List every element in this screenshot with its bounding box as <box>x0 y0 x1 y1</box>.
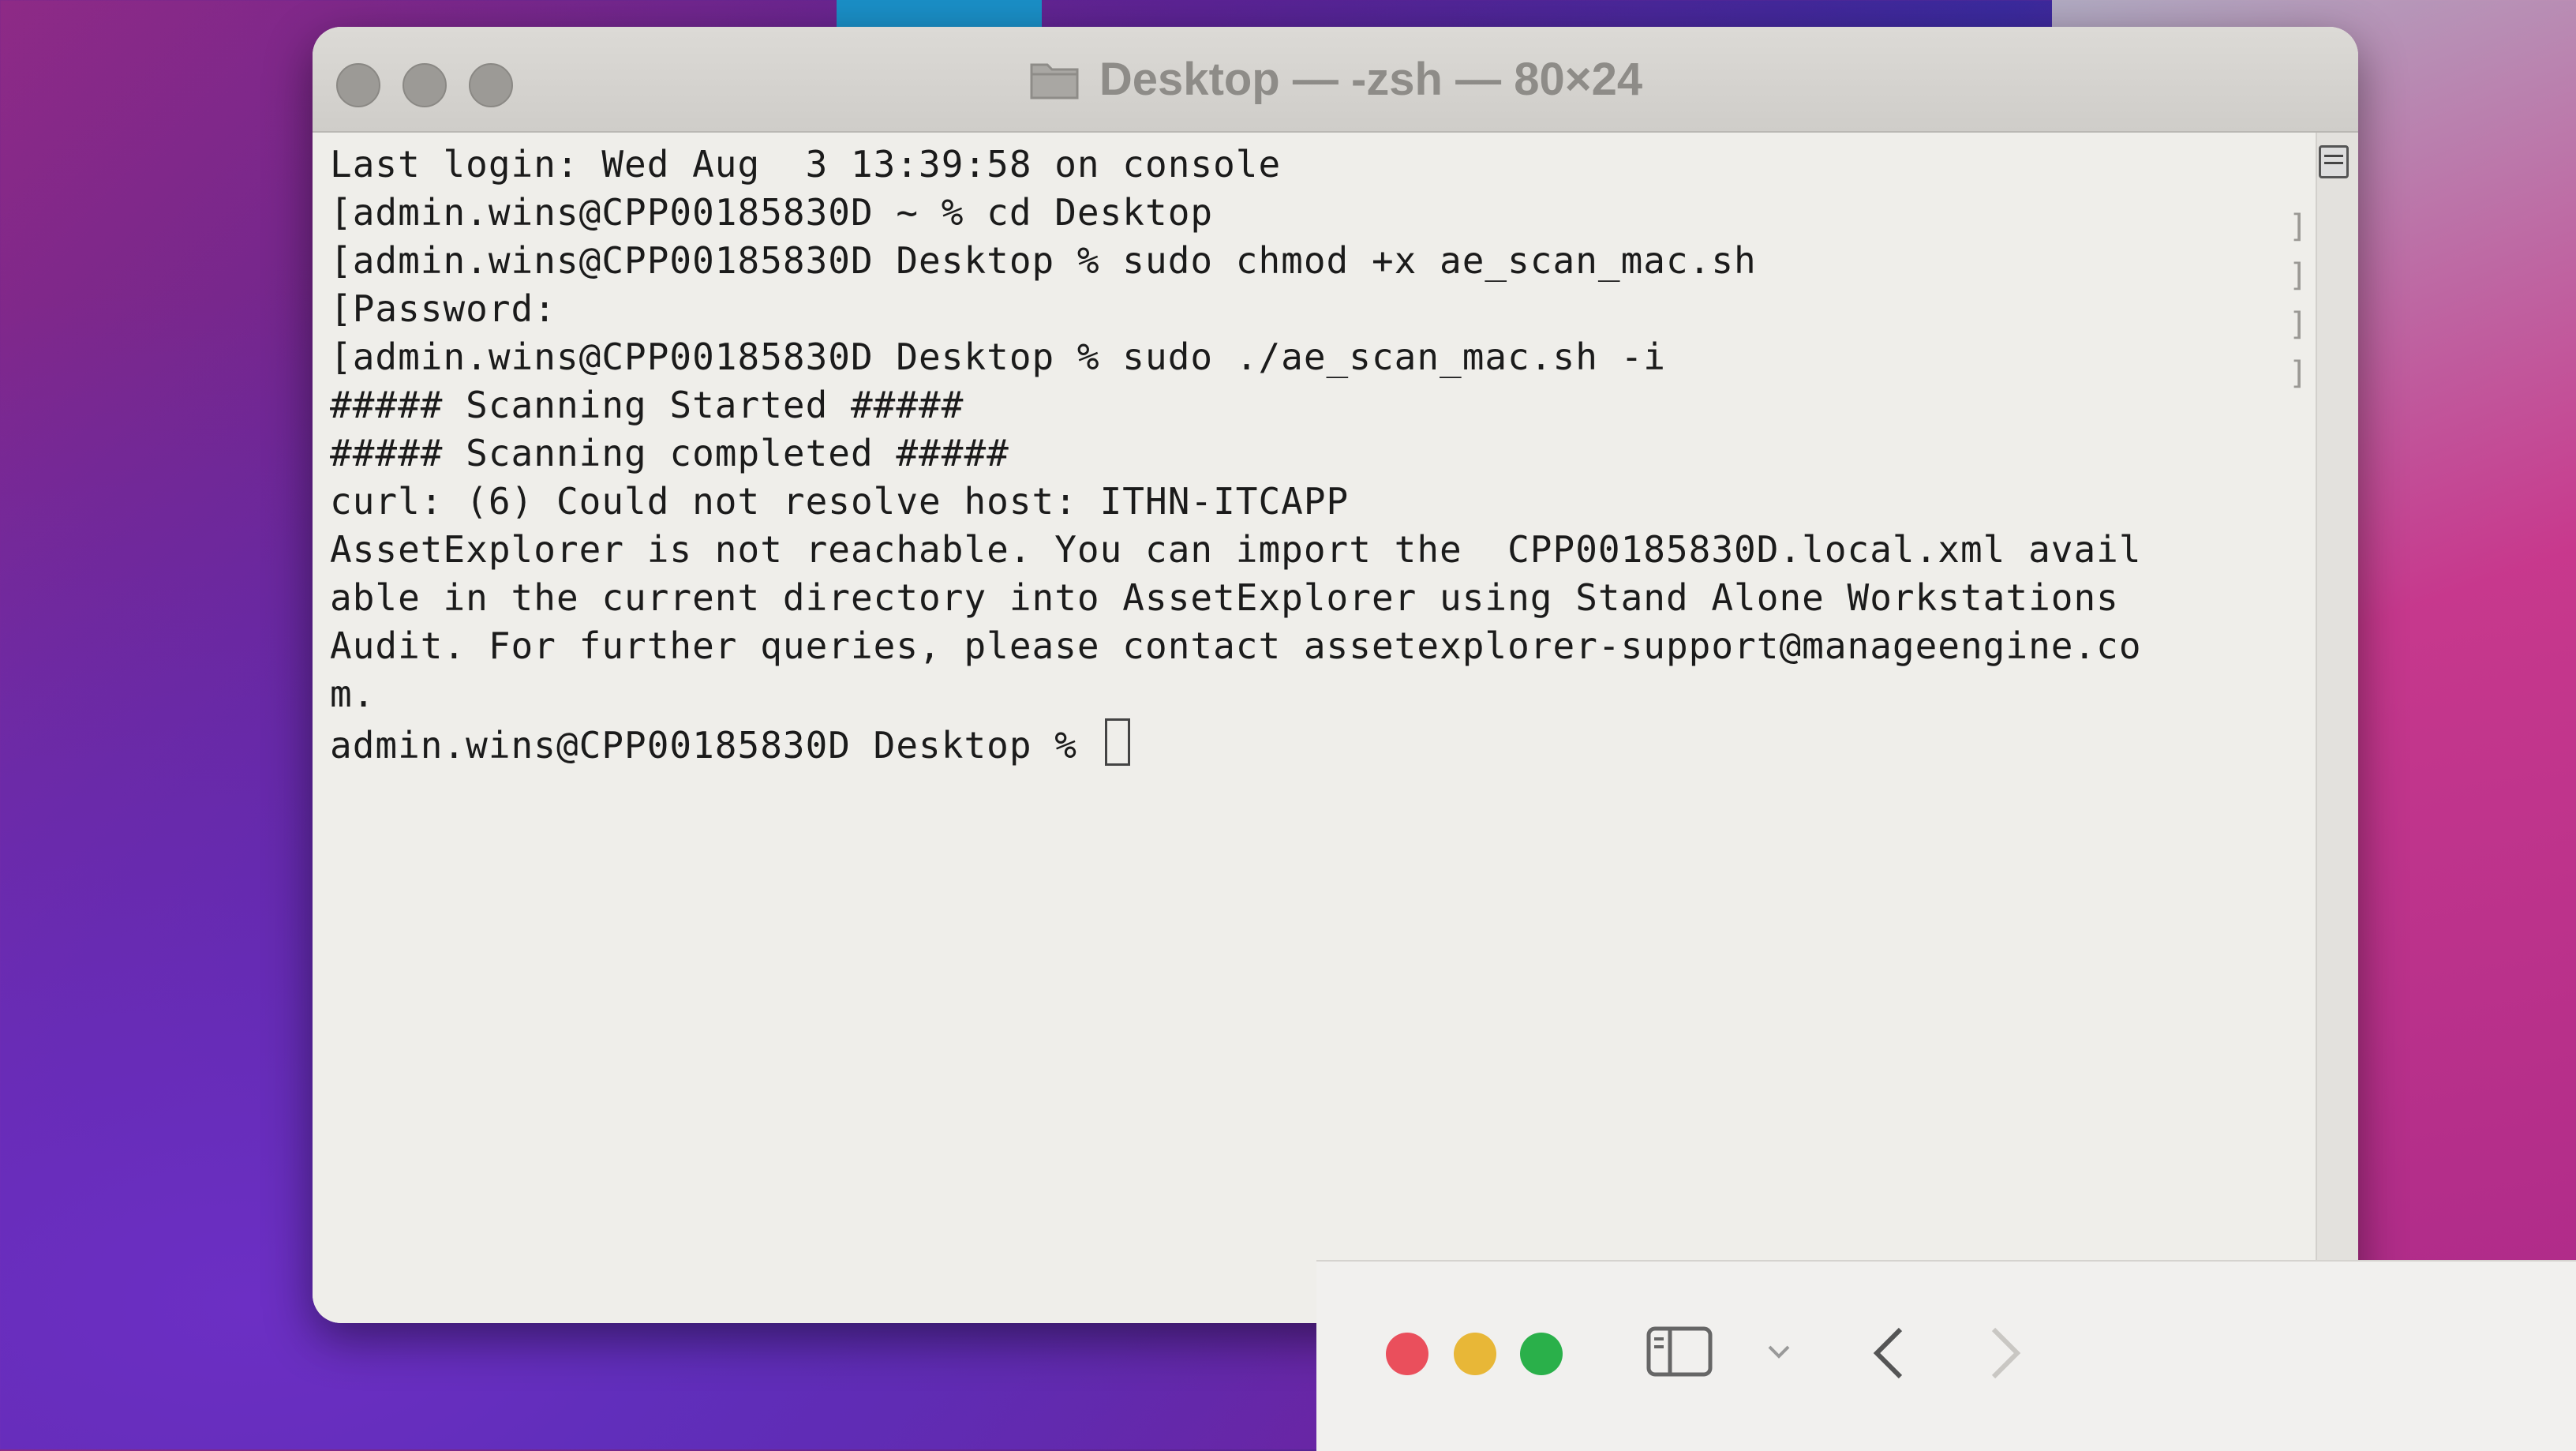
terminal-line: [admin.wins@CPP00185830D Desktop % sudo … <box>330 336 1666 378</box>
scroll-marks-icon[interactable] <box>2319 145 2349 178</box>
mark-bracket-icon: ] <box>2288 257 2308 294</box>
terminal-line: [admin.wins@CPP00185830D ~ % cd Desktop <box>330 191 1214 234</box>
terminal-line: able in the current directory into Asset… <box>330 576 2119 619</box>
terminal-line: ##### Scanning Started ##### <box>330 384 964 426</box>
terminal-output-area[interactable]: Last login: Wed Aug 3 13:39:58 on consol… <box>313 133 2317 1323</box>
text-cursor <box>1104 718 1130 766</box>
mark-bracket-icon: ] <box>2288 208 2308 245</box>
chevron-right-icon[interactable] <box>1986 1325 2025 1382</box>
sidebar-toggle-icon[interactable] <box>1646 1326 1713 1377</box>
folder-icon <box>1028 57 1080 101</box>
terminal-line: Audit. For further queries, please conta… <box>330 624 2142 667</box>
scrollbar[interactable] <box>2316 133 2358 1323</box>
terminal-line: curl: (6) Could not resolve host: ITHN-I… <box>330 480 1350 523</box>
chevron-left-icon[interactable] <box>1869 1325 1908 1382</box>
terminal-line: [admin.wins@CPP00185830D Desktop % sudo … <box>330 239 1757 282</box>
terminal-line: [Password: <box>330 287 556 330</box>
terminal-line: m. <box>330 673 376 715</box>
second-window-toolbar <box>1316 1260 2576 1451</box>
window-title: Desktop — -zsh — 80×24 <box>1099 53 1643 105</box>
terminal-window: Desktop — -zsh — 80×24 Last login: Wed A… <box>313 27 2358 1323</box>
terminal-line: AssetExplorer is not reachable. You can … <box>330 528 2142 571</box>
mark-bracket-icon: ] <box>2288 355 2308 392</box>
terminal-prompt: admin.wins@CPP00185830D Desktop % <box>330 724 1100 767</box>
zoom-button[interactable] <box>1520 1333 1563 1375</box>
terminal-line: Last login: Wed Aug 3 13:39:58 on consol… <box>330 143 1282 186</box>
minimize-button[interactable] <box>1454 1333 1496 1375</box>
window-title-group: Desktop — -zsh — 80×24 <box>313 27 2358 131</box>
chevron-down-icon[interactable] <box>1765 1337 1793 1366</box>
terminal-line: ##### Scanning completed ##### <box>330 432 1009 474</box>
terminal-lines: Last login: Wed Aug 3 13:39:58 on consol… <box>330 141 2142 770</box>
terminal-prompt-line[interactable]: admin.wins@CPP00185830D Desktop % <box>330 718 2142 770</box>
window-titlebar[interactable]: Desktop — -zsh — 80×24 <box>313 27 2358 133</box>
close-button[interactable] <box>1386 1333 1428 1375</box>
mark-bracket-icon: ] <box>2288 306 2308 343</box>
